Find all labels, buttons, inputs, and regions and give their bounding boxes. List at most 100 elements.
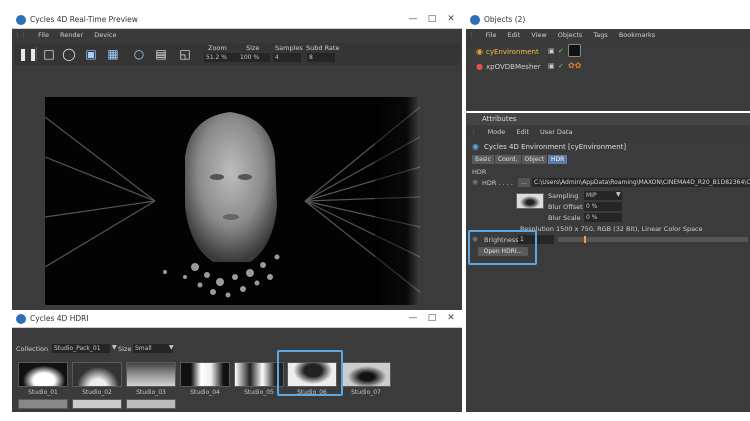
camera-icon[interactable]: ▤ bbox=[154, 47, 168, 61]
image-icon[interactable]: ▣ bbox=[84, 47, 98, 61]
tag-material-icon[interactable]: ✿✿ bbox=[568, 61, 581, 70]
object-name: xpOVDBMesher bbox=[486, 63, 541, 71]
brightness-slider[interactable] bbox=[558, 236, 748, 243]
blur-offset-label: Blur Offset bbox=[548, 203, 583, 211]
object-row-xpovdbmesher[interactable]: ● xpOVDBMesher ▣ ✓ ✿✿ bbox=[472, 61, 748, 73]
save-icon[interactable]: ▦ bbox=[106, 47, 120, 61]
subd-field[interactable]: 8 bbox=[307, 53, 335, 62]
visibility-icon[interactable]: ▣ bbox=[548, 62, 555, 70]
cycles-logo-icon bbox=[16, 15, 26, 25]
objects-title: Objects (2) bbox=[484, 15, 526, 24]
cinema4d-logo-icon bbox=[470, 15, 480, 25]
focus-icon[interactable]: ◱ bbox=[178, 47, 192, 61]
tab-hdr[interactable]: HDR bbox=[548, 155, 568, 164]
minimize-icon[interactable]: — bbox=[406, 14, 420, 24]
attributes-menubar: ⋮ Mode Edit User Data bbox=[470, 128, 748, 139]
hdr-preview-thumbnail bbox=[516, 193, 544, 209]
size-select[interactable]: Small bbox=[133, 344, 173, 353]
section-heading: HDR bbox=[472, 168, 487, 176]
environment-icon: ◉ bbox=[472, 142, 479, 151]
menu-objects[interactable]: Objects bbox=[558, 31, 583, 39]
hdri-titlebar: Cycles 4D HDRI — □ ✕ bbox=[12, 310, 462, 328]
menu-grip-icon: ⋮⋮ bbox=[14, 31, 27, 39]
preview-title: Cycles 4D Real-Time Preview bbox=[30, 15, 138, 24]
hdri-thumb-row2-2[interactable] bbox=[72, 399, 122, 409]
tab-object[interactable]: Object bbox=[521, 155, 548, 164]
hdri-thumb-studio-04[interactable] bbox=[180, 362, 230, 387]
check-icon[interactable]: ✓ bbox=[558, 62, 564, 70]
attributes-title: Attributes bbox=[482, 115, 517, 123]
objects-manager: Objects (2) ⋮ File Edit View Objects Tag… bbox=[466, 11, 750, 111]
attribute-tabs: Basic Coord. Object HDR bbox=[472, 155, 568, 164]
visibility-icon[interactable]: ▣ bbox=[548, 47, 555, 55]
region-icon[interactable]: □ bbox=[42, 47, 56, 61]
hdri-title: Cycles 4D HDRI bbox=[30, 314, 89, 323]
pause-icon[interactable]: ❚❚ bbox=[18, 47, 38, 61]
close-icon[interactable]: ✕ bbox=[444, 313, 458, 323]
hdri-thumb-row2-3[interactable] bbox=[126, 399, 176, 409]
brightness-highlight bbox=[468, 230, 537, 265]
object-row-cyenvironment[interactable]: ◉ cyEnvironment ▣ ✓ bbox=[472, 44, 748, 58]
size-field[interactable]: 100 % bbox=[238, 53, 270, 62]
blur-scale-label: Blur Scale bbox=[548, 214, 581, 222]
hdri-panel: Collection Studio_Pack_01 ▼ Size Small ▼… bbox=[12, 328, 462, 412]
hdri-thumb-studio-02[interactable] bbox=[72, 362, 122, 387]
subd-label: Subd Rate bbox=[306, 44, 340, 52]
samples-field[interactable]: 4 bbox=[273, 53, 301, 62]
objects-titlebar: Objects (2) bbox=[466, 11, 750, 29]
menu-file[interactable]: File bbox=[486, 31, 497, 39]
collection-select[interactable]: Studio_Pack_01 bbox=[52, 344, 110, 353]
tab-coord[interactable]: Coord. bbox=[494, 155, 521, 164]
menu-edit[interactable]: Edit bbox=[508, 31, 521, 39]
menu-grip-icon: ⋮ bbox=[468, 31, 475, 39]
keyframe-icon[interactable]: ◉ bbox=[472, 178, 478, 186]
close-icon[interactable]: ✕ bbox=[444, 14, 458, 24]
size-label: Size bbox=[118, 345, 132, 353]
tag-hdri-icon[interactable] bbox=[568, 44, 581, 57]
chevron-down-icon: ▼ bbox=[169, 344, 174, 351]
browse-button[interactable]: ... bbox=[518, 178, 530, 187]
circle-icon[interactable]: ○ bbox=[132, 47, 146, 61]
chevron-down-icon: ▼ bbox=[112, 344, 117, 351]
sampling-label: Sampling bbox=[548, 192, 579, 200]
menu-user-data[interactable]: User Data bbox=[540, 128, 572, 136]
hdr-path-field[interactable]: C:\Users\Admin\AppData\Roaming\MAXON\CIN… bbox=[532, 178, 750, 187]
menu-edit[interactable]: Edit bbox=[516, 128, 529, 136]
preview-menubar: ⋮⋮ File Render Device bbox=[14, 31, 460, 42]
zoom-field[interactable]: 51.2 % bbox=[204, 53, 242, 62]
menu-file[interactable]: File bbox=[38, 31, 49, 39]
objects-menubar: ⋮ File Edit View Objects Tags Bookmarks bbox=[468, 31, 748, 42]
menu-render[interactable]: Render bbox=[60, 31, 83, 39]
collection-label: Collection bbox=[16, 345, 49, 353]
menu-grip-icon: ⋮ bbox=[470, 128, 477, 136]
size-label: Size bbox=[246, 44, 260, 52]
hdri-thumb-studio-03[interactable] bbox=[126, 362, 176, 387]
menu-view[interactable]: View bbox=[531, 31, 546, 39]
check-icon[interactable]: ✓ bbox=[558, 47, 564, 55]
object-name: cyEnvironment bbox=[486, 48, 539, 56]
slider-handle[interactable] bbox=[584, 236, 586, 243]
mesher-icon: ● bbox=[476, 62, 483, 71]
hdr-label: HDR . . . . bbox=[482, 179, 513, 187]
render-viewport[interactable] bbox=[45, 97, 420, 305]
hdri-thumb-studio-07[interactable] bbox=[341, 362, 391, 387]
menu-tags[interactable]: Tags bbox=[593, 31, 607, 39]
cycles-logo-icon bbox=[16, 314, 26, 324]
nodes-icon[interactable]: ◯ bbox=[62, 47, 76, 61]
hdri-thumb-row2-1[interactable] bbox=[18, 399, 68, 409]
menu-device[interactable]: Device bbox=[94, 31, 116, 39]
samples-label: Samples bbox=[275, 44, 303, 52]
chevron-down-icon: ▼ bbox=[616, 191, 621, 198]
hdri-thumb-studio-01[interactable] bbox=[18, 362, 68, 387]
hdri-label-studio-04: Studio_04 bbox=[190, 389, 220, 396]
blur-offset-field[interactable]: 0 % bbox=[584, 202, 622, 211]
zoom-label: Zoom bbox=[208, 44, 227, 52]
menu-bookmarks[interactable]: Bookmarks bbox=[619, 31, 655, 39]
maximize-icon[interactable]: □ bbox=[425, 313, 439, 323]
attributes-header: Attributes bbox=[466, 113, 750, 125]
tab-basic[interactable]: Basic bbox=[472, 155, 494, 164]
maximize-icon[interactable]: □ bbox=[425, 14, 439, 24]
menu-mode[interactable]: Mode bbox=[488, 128, 506, 136]
blur-scale-field[interactable]: 0 % bbox=[584, 213, 622, 222]
minimize-icon[interactable]: — bbox=[406, 313, 420, 323]
